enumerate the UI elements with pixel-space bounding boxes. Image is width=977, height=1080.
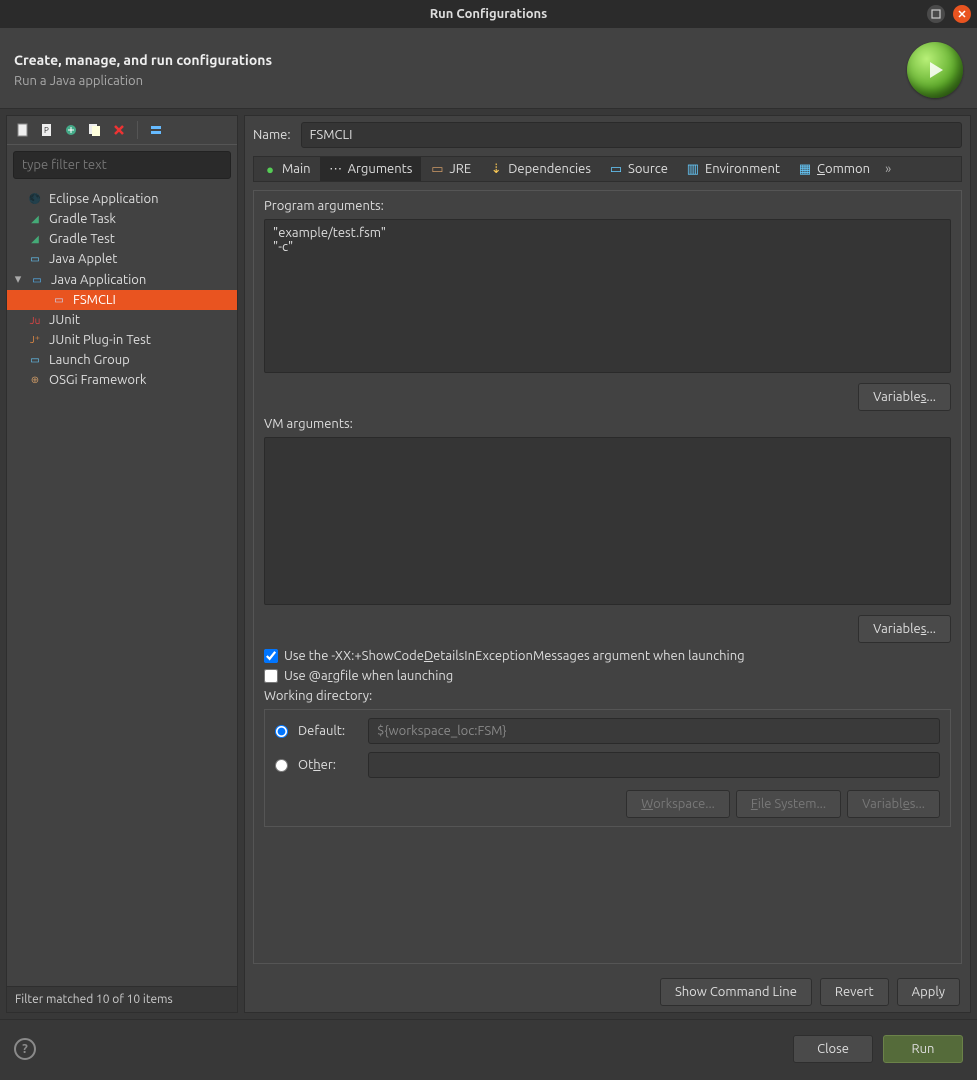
eclipse-icon: 🌑 xyxy=(27,192,43,206)
delete-icon[interactable] xyxy=(109,120,129,140)
argfile-checkbox[interactable] xyxy=(264,669,278,683)
help-icon[interactable]: ? xyxy=(14,1038,36,1060)
tree-item-gradle-task[interactable]: ◢Gradle Task xyxy=(7,209,237,229)
tree-item-junit[interactable]: JuJUnit xyxy=(7,310,237,330)
workspace-button[interactable]: Workspace... xyxy=(626,790,730,818)
env-tab-icon: ▥ xyxy=(686,162,700,176)
tab-arguments[interactable]: ⋯Arguments xyxy=(320,157,422,181)
header-subtitle: Run a Java application xyxy=(14,74,272,88)
gradle-icon: ◢ xyxy=(27,212,43,226)
java-app-icon: ▭ xyxy=(51,293,67,307)
main-tab-icon: ● xyxy=(263,162,277,176)
workdir-other-input[interactable] xyxy=(368,752,940,778)
workdir-default-input xyxy=(368,718,940,744)
common-tab-icon: ▦ xyxy=(798,162,812,176)
applet-icon: ▭ xyxy=(27,252,43,266)
sidebar: P 🌑Eclipse Application ◢Gradle Task ◢Gra… xyxy=(6,115,238,1013)
dialog-footer: ? Close Run xyxy=(0,1019,977,1077)
workdir-label: Working directory: xyxy=(264,689,951,703)
name-input[interactable] xyxy=(301,122,962,148)
tab-environment[interactable]: ▥Environment xyxy=(677,157,789,181)
tree-item-fsmcli[interactable]: ▭FSMCLI xyxy=(7,290,237,310)
tree-item-java-applet[interactable]: ▭Java Applet xyxy=(7,249,237,269)
tab-overflow-icon[interactable]: » xyxy=(879,157,897,181)
tab-source[interactable]: ▭Source xyxy=(600,157,677,181)
argfile-checkbox-label: Use @argfile when launching xyxy=(284,669,453,683)
close-button[interactable]: Close xyxy=(793,1035,873,1063)
titlebar: Run Configurations xyxy=(0,0,977,28)
tab-common[interactable]: ▦Common xyxy=(789,157,879,181)
vm-args-label: VM arguments: xyxy=(264,417,951,431)
java-app-icon: ▭ xyxy=(29,273,45,287)
editor-actions: Show Command Line Revert Apply xyxy=(253,972,962,1006)
xx-checkbox-label: Use the -XX:+ShowCodeDetailsInExceptionM… xyxy=(284,649,745,663)
gradle-icon: ◢ xyxy=(27,232,43,246)
filter-input[interactable] xyxy=(13,151,231,179)
xx-checkbox[interactable] xyxy=(264,649,278,663)
header-title: Create, manage, and run configurations xyxy=(14,52,272,68)
revert-button[interactable]: Revert xyxy=(820,978,889,1006)
workdir-group: Default: Other: Workspace... File System… xyxy=(264,709,951,827)
tab-common-rest: ommon xyxy=(825,162,870,176)
config-editor: Name: ●Main ⋯Arguments ▭JRE ⇣Dependencie… xyxy=(244,115,971,1013)
chevron-down-icon[interactable]: ▾ xyxy=(13,272,23,287)
sidebar-toolbar: P xyxy=(7,116,237,145)
new-proto-icon[interactable]: P xyxy=(37,120,57,140)
duplicate-icon[interactable] xyxy=(85,120,105,140)
tree-item-junit-plugin[interactable]: J⁺JUnit Plug-in Test xyxy=(7,330,237,350)
run-orb-icon xyxy=(907,42,963,98)
tree-item-eclipse-application[interactable]: 🌑Eclipse Application xyxy=(7,189,237,209)
config-tree: 🌑Eclipse Application ◢Gradle Task ◢Gradl… xyxy=(7,185,237,986)
junit-plugin-icon: J⁺ xyxy=(27,333,43,347)
program-args-label: Program arguments: xyxy=(264,199,951,213)
variables-button-1[interactable]: Variables... xyxy=(858,383,951,411)
osgi-icon: ⊕ xyxy=(27,373,43,387)
workdir-default-radio[interactable] xyxy=(275,725,288,738)
jre-tab-icon: ▭ xyxy=(430,162,444,176)
close-icon[interactable] xyxy=(953,5,971,23)
tree-item-launch-group[interactable]: ▭Launch Group xyxy=(7,350,237,370)
deps-tab-icon: ⇣ xyxy=(489,162,503,176)
variables-button-2[interactable]: Variables... xyxy=(858,615,951,643)
junit-icon: Ju xyxy=(27,313,43,327)
apply-button[interactable]: Apply xyxy=(897,978,960,1006)
tree-item-osgi[interactable]: ⊕OSGi Framework xyxy=(7,370,237,390)
run-button[interactable]: Run xyxy=(883,1035,963,1063)
window-title: Run Configurations xyxy=(430,7,548,21)
launch-group-icon: ▭ xyxy=(27,353,43,367)
program-args-input[interactable]: "example/test.fsm" "-c" xyxy=(264,219,951,373)
filesystem-button[interactable]: File System... xyxy=(736,790,841,818)
export-icon[interactable] xyxy=(61,120,81,140)
new-config-icon[interactable] xyxy=(13,120,33,140)
tab-jre[interactable]: ▭JRE xyxy=(421,157,480,181)
tab-bar: ●Main ⋯Arguments ▭JRE ⇣Dependencies ▭Sou… xyxy=(253,156,962,182)
workdir-other-label: Other: xyxy=(298,758,358,772)
name-label: Name: xyxy=(253,128,291,142)
dialog-header: Create, manage, and run configurations R… xyxy=(0,28,977,109)
argfile-checkbox-row[interactable]: Use @argfile when launching xyxy=(264,669,951,683)
arguments-panel: Program arguments: "example/test.fsm" "-… xyxy=(253,190,962,964)
tab-main[interactable]: ●Main xyxy=(254,157,320,181)
tab-dependencies[interactable]: ⇣Dependencies xyxy=(480,157,600,181)
xx-checkbox-row[interactable]: Use the -XX:+ShowCodeDetailsInExceptionM… xyxy=(264,649,951,663)
vm-args-input[interactable] xyxy=(264,437,951,605)
tree-item-java-application[interactable]: ▾▭Java Application xyxy=(7,269,237,290)
svg-text:P: P xyxy=(44,126,49,135)
maximize-icon[interactable] xyxy=(927,5,945,23)
filter-status: Filter matched 10 of 10 items xyxy=(7,986,237,1012)
source-tab-icon: ▭ xyxy=(609,162,623,176)
args-tab-icon: ⋯ xyxy=(329,162,343,176)
workdir-other-radio[interactable] xyxy=(275,759,288,772)
filter-icon[interactable] xyxy=(146,120,166,140)
workdir-default-label: Default: xyxy=(298,724,358,738)
variables-button-3[interactable]: Variables... xyxy=(847,790,940,818)
show-command-line-button[interactable]: Show Command Line xyxy=(660,978,812,1006)
tree-item-gradle-test[interactable]: ◢Gradle Test xyxy=(7,229,237,249)
